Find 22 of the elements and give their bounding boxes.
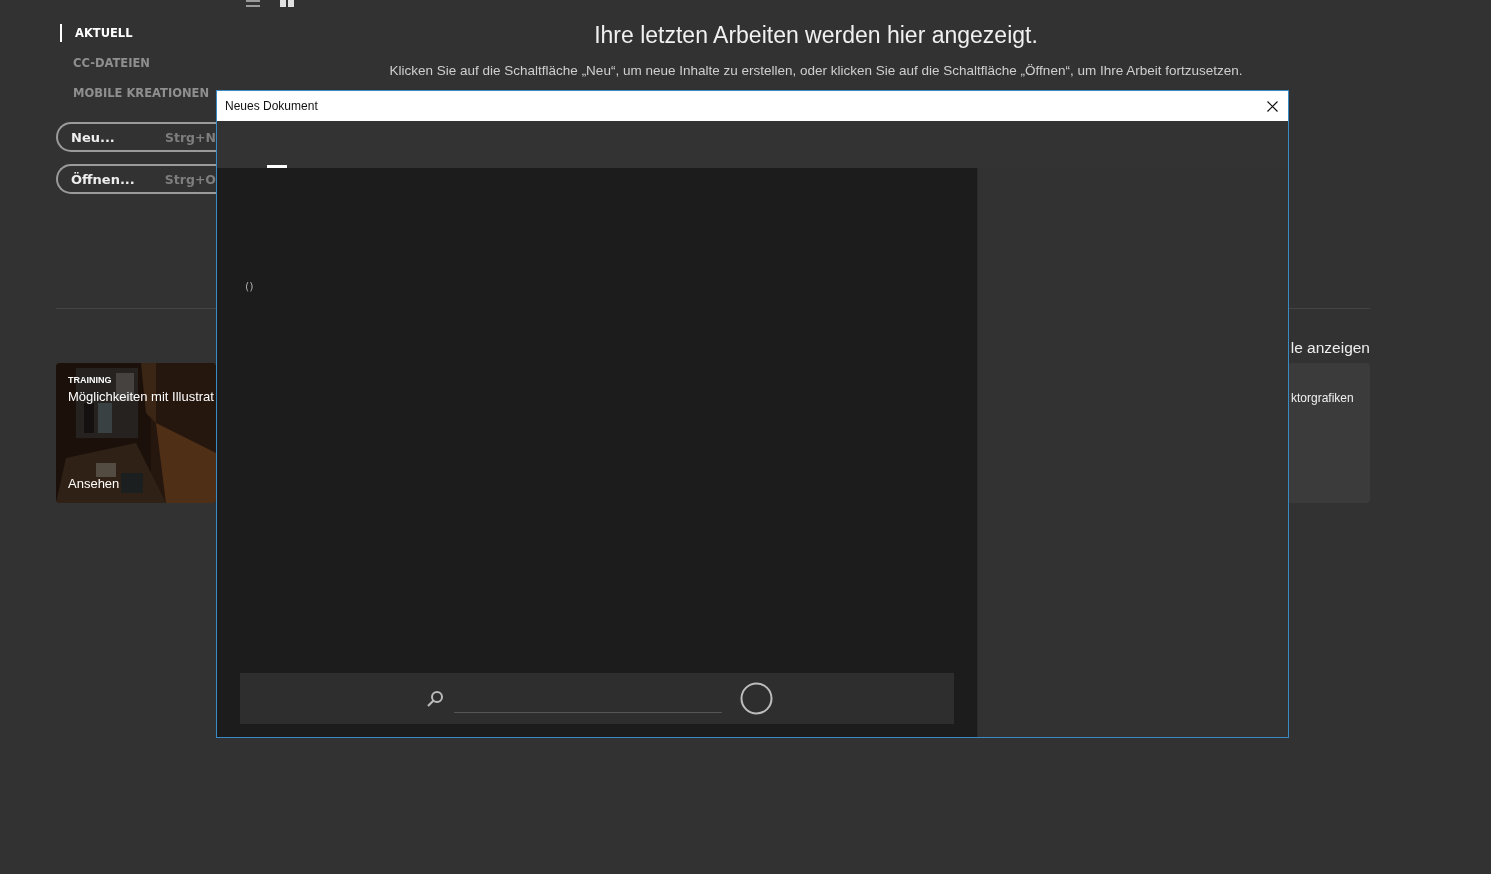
tutorial-card[interactable]: ktorgrafiken: [1288, 363, 1370, 503]
search-icon[interactable]: [426, 689, 444, 708]
page-heading: Ihre letzten Arbeiten werden hier angezeigt.: [594, 22, 1038, 49]
list-view-icon[interactable]: [246, 0, 260, 8]
nav-item[interactable]: AKTUELL: [60, 24, 133, 42]
card-title: Möglichkeiten mit Illustrat: [68, 389, 214, 404]
card-tag: TRAINING: [68, 375, 112, 385]
show-all-link[interactable]: le anzeigen: [1290, 339, 1370, 357]
action-button[interactable]: Neu... Strg+N: [56, 122, 216, 152]
page-subtitle: Klicken Sie auf die Schaltfläche „Neu“, um neue Inhalte zu erstellen, oder klicken Sie auf die Schaltfläche „Öffnen“, um Ihre Arbeit fortzusetzen.: [389, 63, 1243, 78]
nav-item[interactable]: CC-DATEIEN: [56, 54, 150, 84]
tutorial-card[interactable]: TRAINING Möglichkeiten mit Illustrat Ansehen: [56, 363, 216, 503]
close-icon[interactable]: [1267, 100, 1278, 112]
window-title: Neues Dokument: [225, 99, 318, 113]
grid-view-icon[interactable]: [280, 0, 294, 8]
action-button[interactable]: Öffnen... Strg+O: [56, 164, 216, 194]
circle-icon: [740, 682, 773, 715]
tab-indicator: [267, 165, 287, 168]
card-action[interactable]: Ansehen: [68, 476, 120, 491]
nav-item[interactable]: MOBILE KREATIONEN: [56, 84, 210, 114]
placeholder-text: (): [245, 280, 254, 293]
card-title: ktorgrafiken: [1291, 391, 1354, 405]
